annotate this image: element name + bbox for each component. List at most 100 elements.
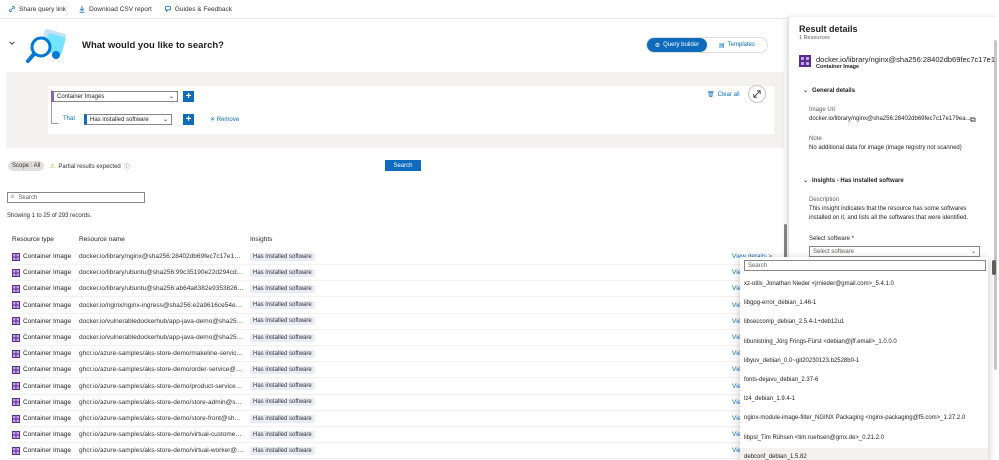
resource-type-text: Container Image [23,382,72,390]
builder-icon: ⚙ [654,42,661,49]
container-image-icon [12,301,20,310]
resource-name-cell: docker.io/vulnerabledockerhub/app-java-d… [79,317,244,325]
dropdown-search-input[interactable]: Search [744,260,986,271]
dropdown-scrollbar[interactable] [992,260,996,275]
resource-type-text: Container Image [23,334,72,341]
guides-feedback-button[interactable]: Guides & Feedback [164,5,232,13]
resource-type-text: Container Image [23,447,72,455]
resource-name-cell: ghcr.io/azure-samples/aks-store-demo/sto… [79,398,244,406]
resource-type-cell: Container Image [12,301,71,310]
resource-type-text: Container Image [23,431,72,439]
scope-badge[interactable]: Scope : All [8,161,45,171]
chevron-down-icon: ⌄ [970,249,976,255]
resource-type-cell: Container Image [12,398,72,407]
add-entity-button[interactable]: + [183,91,194,102]
info-icon[interactable]: ⓘ [124,162,130,171]
table-row[interactable]: Container Image docker.io/vulnerabledocke… [7,314,782,330]
condition-select[interactable]: Has installed software ⌄ [84,114,172,125]
resource-type-cell: Container Image [12,382,72,391]
select-software-dropdown[interactable]: Select software ⌄ [809,246,980,257]
dropdown-option[interactable]: xz-utils_Jonathan Nieder <jrnieder@gmail… [740,275,988,293]
table-row[interactable]: Container Image ghcr.io/azure-samples/aks… [7,379,782,395]
table-row[interactable]: Container Image ghcr.io/azure-samples/aks… [7,443,782,460]
description-label: Description [809,197,840,203]
resource-name-cell: docker.io/nginx/nginx-ingress@sha256:e2a… [79,301,244,309]
share-query-link-button[interactable]: Share query link [8,5,66,13]
table-row[interactable]: Container Image ghcr.io/azure-samples/aks… [7,362,782,379]
clear-all-button[interactable]: 🗑 Clear all [707,91,740,99]
resource-name-cell: docker.io/library/nginx@sha256:28402db69… [79,253,244,260]
table-row[interactable]: Container Image ghcr.io/azure-samples/aks… [7,395,782,411]
guides-label: Guides & Feedback [174,5,232,13]
search-button[interactable]: Search [385,160,421,171]
chevron-down-icon: ⌄ [803,88,809,94]
results-search-input[interactable]: ⌕ Search [7,192,145,203]
container-image-icon [799,55,811,67]
insight-badge: Has installed software [250,365,315,374]
remove-label: Remove [216,117,240,123]
insight-badge: Has installed software [250,284,315,293]
dropdown-option[interactable]: libseccomp_debian_2.5.4-1+deb12u1 [740,313,988,331]
add-condition-button[interactable]: + [183,114,194,125]
dropdown-option[interactable]: libgpg-error_debian_1.46-1 [740,294,988,312]
resource-type-text: Container Image [23,398,72,406]
dropdown-option[interactable]: nginx-module-image-filter_NGINX Packagin… [740,409,988,427]
top-toolbar: Share query link Download CSV report Gui… [0,0,790,19]
dropdown-option[interactable]: libyuv_debian_0.0~git20230123.b2528b0-1 [740,352,988,370]
table-row[interactable]: Container Image docker.io/nginx/nginx-ing… [7,298,782,314]
panel-scrollbar[interactable] [994,40,997,370]
col-header-insights[interactable]: Insights [250,236,272,243]
table-row[interactable]: Container Image ghcr.io/azure-samples/aks… [7,427,782,444]
insight-badge: Has installed software [250,398,315,407]
resource-type-cell: Container Image [12,446,72,455]
resource-name-cell: ghcr.io/azure-samples/aks-store-demo/vir… [79,447,244,455]
share-label: Share query link [19,5,66,13]
insights-header[interactable]: ⌄ Insights - Has installed software [803,177,904,185]
dropdown-option[interactable]: fonts-dejavu_debian_2.37-6 [740,371,988,389]
table-row[interactable]: Container Image ghcr.io/azure-samples/aks… [7,411,782,427]
chevron-down-icon: ⌄ [168,94,174,100]
dropdown-option[interactable]: libpsl_Tim Rühsen <tim.ruehsen@gmx.de>_0… [740,429,988,447]
resource-name-cell: docker.io/library/ubuntu@sha256:99c35190… [79,269,244,277]
resource-name-cell: ghcr.io/azure-samples/aks-store-demo/sto… [79,415,244,422]
resource-type-text: Container Image [23,366,72,374]
entity-select[interactable]: Container Images ⌄ [51,91,178,102]
download-csv-button[interactable]: Download CSV report [78,5,152,13]
general-details-header[interactable]: ⌄ General details [803,87,855,95]
insights-label: Insights - Has installed software [812,177,904,184]
resource-type-cell: Container Image [12,414,71,423]
insight-badge: Has installed software [250,349,315,358]
table-row[interactable]: Container Image docker.io/library/nginx@s… [7,249,782,265]
container-image-icon [12,349,20,358]
remove-condition-button[interactable]: ✕ Remove [210,116,239,123]
note-label: Note [809,136,822,142]
table-row[interactable]: Container Image docker.io/vulnerabledocke… [7,330,782,346]
templates-tab[interactable]: ▤ Templates [707,38,767,52]
dropdown-option[interactable]: lz4_debian_1.9.4-1 [740,390,988,408]
search-placeholder: Search [18,194,38,201]
table-row[interactable]: Container Image docker.io/library/ubuntu@… [7,281,782,298]
select-placeholder: Select software [813,248,855,255]
table-row[interactable]: Container Image docker.io/library/ubuntu@… [7,265,782,282]
insight-badge: Has installed software [250,446,315,455]
dropdown-option[interactable]: debconf_debian_1.5.82 [740,447,988,460]
container-image-icon [12,414,20,423]
container-image-icon [12,252,20,261]
resource-type-cell: Container Image [12,268,71,277]
image-uri-value: docker.io/library/nginx@sha256:28402db69… [809,116,971,122]
dropdown-option[interactable]: libunistring_Jörg Frings-Fürst <debian@j… [740,333,988,351]
query-builder-tab[interactable]: ⚙ Query builder [647,38,707,52]
col-header-type[interactable]: Resource type [12,236,54,243]
resource-type-text: Container Image [23,317,72,325]
copy-icon[interactable]: ⧉ [970,115,976,125]
note-value: No additional data for image (image regi… [809,145,962,151]
table-row[interactable]: Container Image ghcr.io/azure-samples/aks… [7,346,782,363]
feedback-icon [165,6,171,13]
expand-button[interactable] [748,85,766,103]
table-scrollbar[interactable] [784,224,787,258]
insight-badge: Has installed software [250,333,315,342]
chevron-down-icon[interactable] [8,39,16,47]
panel-title: Result details [799,24,858,34]
col-header-name[interactable]: Resource name [79,236,125,243]
search-icon: ⌕ [11,194,15,200]
